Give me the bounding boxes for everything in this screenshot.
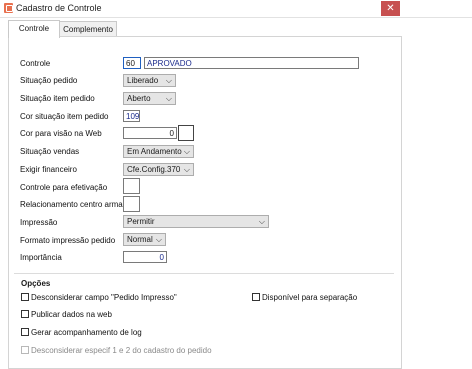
title-bar: Cadastro de Controle ✕ [0, 0, 472, 18]
cor-visao-web-value: 0 [169, 129, 174, 138]
formato-impressao-value: Normal [127, 235, 153, 244]
controle-efetivacao-label: Controle para efetivação [20, 183, 108, 192]
chevron-down-icon: ⌵ [165, 94, 172, 103]
situacao-item-label: Situação item pedido [20, 94, 95, 103]
controle-desc-input[interactable]: APROVADO [144, 57, 359, 69]
chevron-down-icon: ⌵ [258, 217, 265, 226]
desconsiderar-especif-checkbox[interactable] [21, 346, 29, 354]
desconsiderar-pedido-impresso-checkbox[interactable] [21, 293, 29, 301]
importancia-label: Importância [20, 253, 62, 262]
relacionamento-label: Relacionamento centro armaz. [20, 200, 129, 209]
app-icon [4, 3, 13, 13]
cor-visao-web-label: Cor para visão na Web [20, 129, 102, 138]
cor-visao-web-input[interactable]: 0 [123, 127, 177, 139]
publicar-web-checkbox[interactable] [21, 310, 29, 318]
chevron-down-icon: ⌵ [165, 76, 172, 85]
window-title: Cadastro de Controle [16, 3, 102, 13]
exigir-financeiro-label: Exigir financeiro [20, 165, 77, 174]
publicar-web-label: Publicar dados na web [31, 310, 112, 319]
situacao-pedido-select[interactable]: Liberado ⌵ [123, 74, 176, 87]
disponivel-separacao-checkbox[interactable] [252, 293, 260, 301]
situacao-vendas-label: Situação vendas [20, 147, 80, 156]
situacao-vendas-value: Em Andamento [127, 147, 182, 156]
situacao-item-value: Aberto [127, 94, 151, 103]
formato-impressao-label: Formato impressão pedido [20, 236, 116, 245]
impressao-select[interactable]: Permitir ⌵ [123, 215, 269, 228]
cor-situacao-item-input[interactable]: 109 [123, 110, 140, 122]
relacionamento-input[interactable] [123, 196, 140, 212]
chevron-down-icon: ⌵ [183, 147, 190, 156]
controle-code-value: 60 [126, 59, 135, 68]
exigir-financeiro-select[interactable]: Cfe.Config.370 ⌵ [123, 163, 194, 176]
chevron-down-icon: ⌵ [155, 235, 162, 244]
controle-desc-value: APROVADO [147, 59, 192, 68]
color-swatch[interactable] [178, 125, 194, 141]
situacao-pedido-label: Situação pedido [20, 76, 78, 85]
impressao-value: Permitir [127, 217, 155, 226]
tab-complemento[interactable]: Complemento [59, 21, 117, 37]
close-button[interactable]: ✕ [381, 1, 400, 16]
cor-situacao-item-label: Cor situação item pedido [20, 112, 109, 121]
section-divider [14, 273, 394, 274]
chevron-down-icon: ⌵ [183, 165, 190, 174]
importancia-input[interactable]: 0 [123, 251, 167, 263]
cor-situacao-item-value: 109 [126, 112, 140, 121]
importancia-value: 0 [159, 253, 164, 262]
tab-controle[interactable]: Controle [8, 20, 60, 38]
situacao-pedido-value: Liberado [127, 76, 159, 85]
gerar-log-checkbox[interactable] [21, 328, 29, 336]
desconsiderar-especif-label: Desconsiderar especif 1 e 2 do cadastro … [31, 346, 212, 355]
controle-label: Controle [20, 59, 51, 68]
controle-efetivacao-input[interactable] [123, 178, 140, 194]
gerar-log-label: Gerar acompanhamento de log [31, 328, 142, 337]
controle-code-input[interactable]: 60 [123, 57, 141, 69]
options-title: Opções [21, 279, 51, 288]
impressao-label: Impressão [20, 218, 58, 227]
formato-impressao-select[interactable]: Normal ⌵ [123, 233, 166, 246]
desconsiderar-pedido-impresso-label: Desconsiderar campo "Pedido Impresso" [31, 293, 177, 302]
exigir-financeiro-value: Cfe.Config.370 [127, 165, 181, 174]
situacao-vendas-select[interactable]: Em Andamento ⌵ [123, 145, 194, 158]
situacao-item-select[interactable]: Aberto ⌵ [123, 92, 176, 105]
disponivel-separacao-label: Disponível para separação [262, 293, 358, 302]
